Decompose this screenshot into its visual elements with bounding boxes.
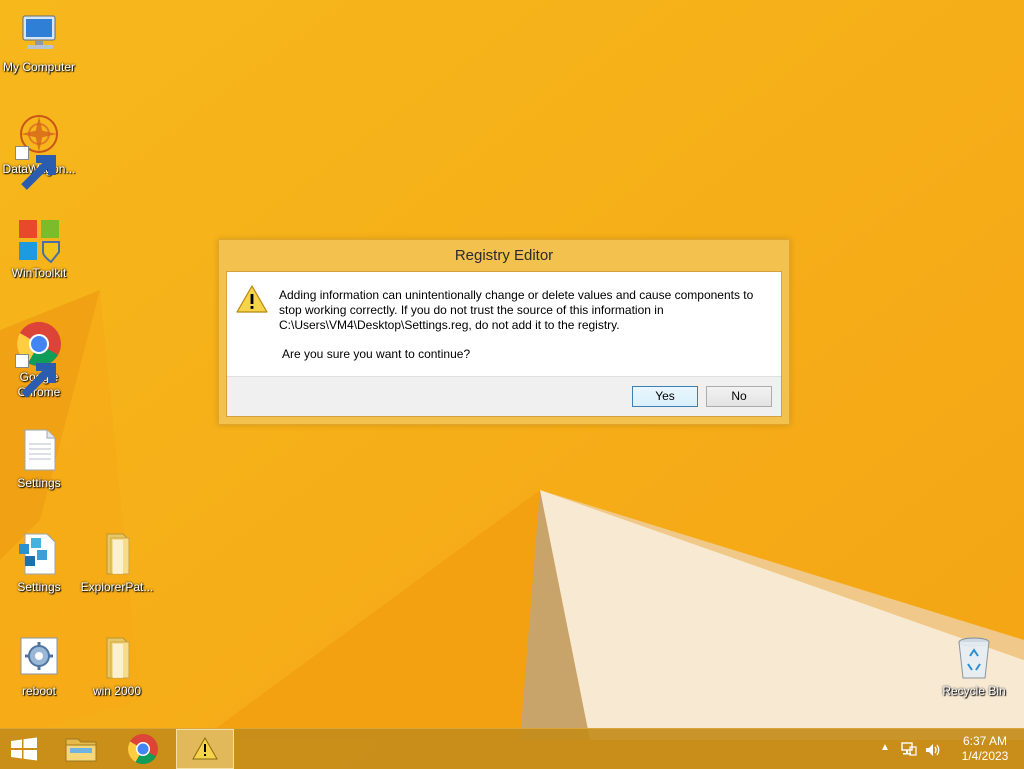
message-line: C:\Users\VM4\Desktop\Settings.reg, do no… <box>279 318 620 332</box>
network-icon[interactable] <box>900 740 918 758</box>
clock-time: 6:37 AM <box>962 734 1008 748</box>
dialog-question: Are you sure you want to continue? <box>282 347 471 361</box>
registry-file-icon <box>15 530 63 578</box>
desktop-icon-recycle-bin[interactable]: Recycle Bin <box>936 634 1012 699</box>
taskbar-clock[interactable]: 6:37 AM 1/4/2023 <box>954 734 1016 764</box>
registry-editor-dialog[interactable]: Registry Editor Adding information can u… <box>218 239 790 425</box>
windows-start-icon <box>11 737 37 761</box>
desktop-icon-label: WinToolkit <box>11 266 67 280</box>
taskbar-file-explorer[interactable] <box>52 729 110 769</box>
start-button[interactable] <box>0 729 48 769</box>
recycle-bin-icon <box>950 634 998 682</box>
shortcut-arrow-icon <box>15 354 56 398</box>
desktop-icon-label: win 2000 <box>92 684 142 698</box>
desktop-icon-label: Settings <box>17 580 61 594</box>
yes-button[interactable]: Yes <box>632 386 698 407</box>
message-line: stop working correctly. If you do not tr… <box>279 303 664 317</box>
chrome-icon <box>127 734 158 765</box>
desktop-icon-explorerpat[interactable]: ExplorerPat... <box>79 530 155 595</box>
folder-icon <box>93 530 141 578</box>
message-line: Adding information can unintentionally c… <box>279 288 754 302</box>
dialog-title[interactable]: Registry Editor <box>219 240 789 271</box>
desktop-icon-datawagon[interactable]: DataWagon... <box>1 112 77 190</box>
taskbar-chrome[interactable] <box>114 729 172 769</box>
no-button[interactable]: No <box>706 386 772 407</box>
desktop-icon-settings-text[interactable]: Settings <box>1 426 77 491</box>
warning-icon <box>192 736 218 760</box>
file-explorer-icon <box>65 738 97 762</box>
clock-date: 1/4/2023 <box>961 749 1009 763</box>
desktop-icon-google-chrome[interactable]: Google Chrome <box>1 320 77 400</box>
desktop-icon-wintoolkit[interactable]: WinToolkit <box>1 216 77 281</box>
desktop-icon-label: ExplorerPat... <box>80 580 154 594</box>
datawagon-icon <box>15 112 63 190</box>
show-hidden-icons-chevron-icon[interactable]: ▲ <box>880 742 890 753</box>
desktop-icon-settings-reg[interactable]: Settings <box>1 530 77 595</box>
desktop-icon-label: reboot <box>21 684 57 698</box>
warning-icon <box>236 285 268 313</box>
dialog-body: Adding information can unintentionally c… <box>226 271 782 417</box>
system-tray: ▲ 6:37 AM 1/4/2023 <box>864 729 1024 769</box>
computer-icon <box>15 10 63 58</box>
desktop-icon-win-2000[interactable]: win 2000 <box>79 634 155 699</box>
desktop-icon-label: My Computer <box>2 60 76 74</box>
shortcut-arrow-icon <box>15 146 56 190</box>
volume-icon[interactable] <box>924 741 942 759</box>
desktop-icon-reboot[interactable]: reboot <box>1 634 77 699</box>
dialog-message: Adding information can unintentionally c… <box>279 288 769 333</box>
wintoolkit-icon <box>15 216 63 264</box>
desktop-icon-label: Recycle Bin <box>942 684 1006 698</box>
taskbar: ▲ 6:37 AM 1/4/2023 <box>0 728 1024 769</box>
desktop-icon-my-computer[interactable]: My Computer <box>1 10 77 75</box>
chrome-icon <box>15 320 63 398</box>
taskbar-registry-editor-warning[interactable] <box>176 729 234 769</box>
desktop-icon-label: Settings <box>17 476 61 490</box>
dialog-button-bar: Yes No <box>227 376 781 416</box>
folder-icon <box>93 634 141 682</box>
reboot-script-icon <box>15 634 63 682</box>
text-file-icon <box>15 426 63 474</box>
